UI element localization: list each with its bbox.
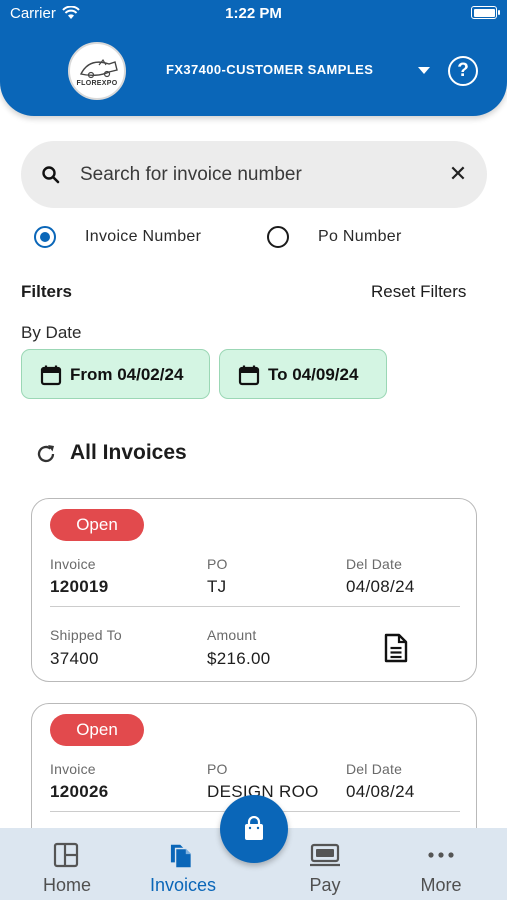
status-badge: Open — [50, 714, 144, 746]
pay-icon — [310, 843, 340, 867]
logo-truck-icon — [79, 58, 118, 79]
invoice-card[interactable]: Open Invoice 120019 PO TJ Del Date 04/08… — [31, 498, 477, 682]
clear-search-icon[interactable]: ✕ — [447, 163, 469, 185]
del-date-value: 04/08/24 — [346, 782, 415, 801]
account-selector[interactable]: FX37400-CUSTOMER SAMPLES — [166, 62, 373, 77]
del-date-value: 04/08/24 — [346, 577, 415, 596]
battery-icon — [471, 6, 500, 19]
calendar-icon — [40, 365, 62, 386]
po-label: PO — [207, 761, 228, 777]
app-header: Carrier 1:22 PM FLOREXPO FX37400-CUSTOME… — [0, 0, 507, 116]
shopping-bag-icon — [245, 816, 263, 840]
help-button[interactable]: ? — [448, 56, 478, 86]
to-date-button[interactable]: To 04/09/24 — [219, 349, 387, 399]
logo-wordmark: FLOREXPO — [76, 80, 118, 87]
amount-label: Amount — [207, 627, 257, 643]
search-bar: ✕ — [21, 141, 487, 208]
filters-heading: Filters — [21, 282, 73, 301]
company-logo[interactable]: FLOREXPO — [68, 42, 126, 100]
radio-invoice-number-label[interactable]: Invoice Number — [85, 228, 201, 246]
invoice-number-value: 120026 — [50, 782, 109, 801]
nav-more-label: More — [420, 875, 462, 895]
reset-filters-button[interactable]: Reset Filters — [371, 282, 466, 302]
amount-value: $216.00 — [207, 649, 271, 668]
from-date-button[interactable]: From 04/02/24 — [21, 349, 210, 399]
to-date-label: To 04/09/24 — [268, 365, 359, 384]
status-bar: Carrier 1:22 PM — [0, 0, 507, 28]
nav-more[interactable]: More — [386, 828, 496, 900]
home-icon — [53, 842, 79, 868]
del-date-label: Del Date — [346, 556, 403, 572]
document-icon[interactable] — [383, 633, 409, 663]
caret-down-icon[interactable] — [418, 67, 430, 74]
invoice-label: Invoice — [50, 556, 96, 572]
refresh-icon[interactable] — [34, 442, 58, 466]
del-date-label: Del Date — [346, 761, 403, 777]
from-date-label: From 04/02/24 — [70, 365, 184, 384]
card-divider — [50, 606, 460, 607]
radio-invoice-number[interactable] — [34, 226, 56, 248]
nav-pay-label: Pay — [309, 875, 341, 895]
clock-time: 1:22 PM — [225, 5, 282, 22]
all-invoices-heading: All Invoices — [70, 441, 187, 464]
radio-po-number-label[interactable]: Po Number — [318, 228, 402, 246]
invoices-icon — [170, 844, 193, 868]
status-badge: Open — [50, 509, 144, 541]
nav-home[interactable]: Home — [12, 828, 122, 900]
calendar-icon — [238, 365, 260, 386]
invoice-number-value: 120019 — [50, 577, 109, 596]
search-input[interactable] — [80, 162, 440, 188]
shipped-to-label: Shipped To — [50, 627, 122, 643]
po-value: TJ — [207, 577, 227, 596]
invoice-label: Invoice — [50, 761, 96, 777]
radio-po-number[interactable] — [267, 226, 289, 248]
search-icon — [42, 166, 60, 184]
nav-invoices-label: Invoices — [149, 875, 217, 895]
more-icon — [428, 852, 454, 858]
by-date-label: By Date — [21, 323, 82, 342]
shop-fab-button[interactable] — [220, 795, 288, 863]
po-label: PO — [207, 556, 228, 572]
nav-home-label: Home — [42, 875, 91, 895]
shipped-to-value: 37400 — [50, 649, 99, 668]
